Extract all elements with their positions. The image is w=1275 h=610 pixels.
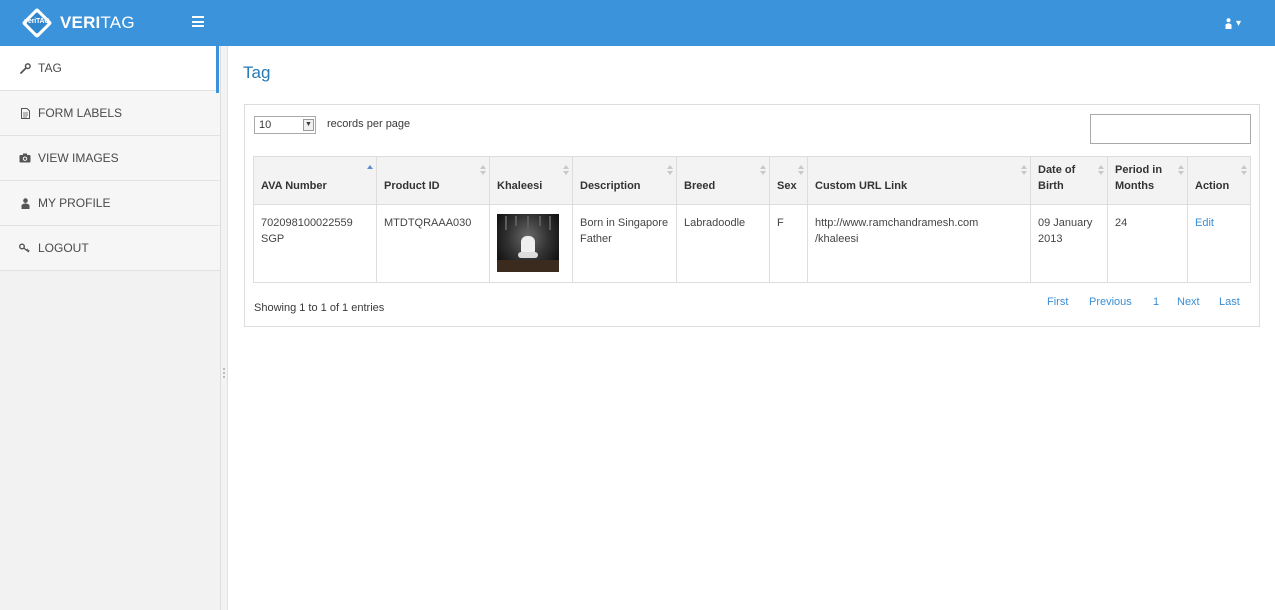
sidebar-splitter[interactable] bbox=[221, 46, 228, 610]
column-header-label: Khaleesi bbox=[497, 180, 543, 192]
sort-icon bbox=[1098, 165, 1104, 175]
edit-link[interactable]: Edit bbox=[1195, 217, 1214, 229]
cell-ava-number: 702098100022559 SGP bbox=[253, 204, 377, 283]
camera-icon bbox=[19, 152, 31, 164]
column-header-label: Breed bbox=[684, 180, 716, 192]
sort-icon bbox=[798, 165, 804, 175]
pager-last[interactable]: Last bbox=[1219, 296, 1240, 308]
column-header-label: Period in Months bbox=[1115, 164, 1163, 192]
column-header-khaleesi[interactable]: Khaleesi bbox=[489, 156, 573, 205]
records-per-page-label: records per page bbox=[327, 118, 411, 130]
column-header-label: AVA Number bbox=[261, 180, 327, 192]
cell-breed: Labradoodle bbox=[676, 204, 770, 283]
sort-icon bbox=[1178, 165, 1184, 175]
cell-date-of-birth: 09 January 2013 bbox=[1030, 204, 1108, 283]
column-header-label: Description bbox=[580, 180, 641, 192]
brand-name: VERITAG bbox=[60, 13, 135, 33]
logo-icon: veriTAG bbox=[19, 7, 55, 39]
sort-icon bbox=[760, 165, 766, 175]
column-header-label: Date of Birth bbox=[1038, 164, 1076, 192]
cell-action: Edit bbox=[1187, 204, 1251, 283]
column-header-breed[interactable]: Breed bbox=[676, 156, 770, 205]
column-header-date-of-birth[interactable]: Date of Birth bbox=[1030, 156, 1108, 205]
cell-url: http://www.ramchandramesh.com /khaleesi bbox=[807, 204, 1031, 283]
sidebar-item-tag[interactable]: TAG bbox=[0, 46, 220, 91]
cell-product-id: MTDTQRAAA030 bbox=[376, 204, 490, 283]
sidebar: TAG FORM LABELS VIEW IMAGES MY PROFILE L… bbox=[0, 46, 221, 610]
sort-icon bbox=[667, 165, 673, 175]
column-header-description[interactable]: Description bbox=[572, 156, 677, 205]
column-header-sex[interactable]: Sex bbox=[769, 156, 808, 205]
sidebar-item-label: LOGOUT bbox=[38, 241, 89, 255]
user-icon bbox=[19, 197, 31, 209]
sidebar-active-indicator bbox=[216, 46, 219, 93]
sort-icon bbox=[1021, 165, 1027, 175]
dog-thumbnail-image[interactable] bbox=[497, 214, 559, 272]
cell-description: Born in Singapore Father bbox=[572, 204, 677, 283]
chevron-down-icon: ▼ bbox=[303, 119, 314, 131]
logo-text: veriTAG bbox=[24, 18, 50, 25]
search-input[interactable] bbox=[1090, 114, 1251, 144]
cell-sex: F bbox=[769, 204, 808, 283]
page-title: Tag bbox=[243, 63, 271, 82]
cell-image bbox=[489, 204, 573, 283]
document-icon bbox=[19, 107, 31, 119]
brand[interactable]: veriTAG VERITAG bbox=[19, 5, 135, 41]
sort-icon bbox=[1241, 165, 1247, 175]
column-header-label: Product ID bbox=[384, 180, 440, 192]
sidebar-item-label: FORM LABELS bbox=[38, 106, 123, 120]
column-header-action[interactable]: Action bbox=[1187, 156, 1251, 205]
column-header-ava-number[interactable]: AVA Number bbox=[253, 156, 377, 205]
records-per-page-value: 10 bbox=[259, 119, 272, 131]
sort-icon bbox=[563, 165, 569, 175]
column-header-label: Custom URL Link bbox=[815, 180, 908, 192]
sidebar-item-label: TAG bbox=[38, 61, 62, 75]
pager-page-1[interactable]: 1 bbox=[1153, 296, 1159, 308]
column-header-custom-url[interactable]: Custom URL Link bbox=[807, 156, 1031, 205]
sidebar-item-form-labels[interactable]: FORM LABELS bbox=[0, 91, 220, 136]
menu-toggle-icon[interactable] bbox=[192, 16, 204, 27]
sidebar-item-logout[interactable]: LOGOUT bbox=[0, 226, 220, 271]
brand-name-bold: VERI bbox=[60, 13, 101, 32]
sidebar-item-view-images[interactable]: VIEW IMAGES bbox=[0, 136, 220, 181]
key-icon bbox=[19, 242, 31, 254]
wrench-icon bbox=[19, 62, 31, 74]
column-header-label: Action bbox=[1195, 180, 1230, 192]
records-per-page-select[interactable]: 10 ▼ bbox=[254, 116, 316, 134]
table-info: Showing 1 to 1 of 1 entries bbox=[254, 302, 385, 314]
sort-icon bbox=[480, 165, 486, 175]
table-header-row: AVA Number Product ID Khaleesi Descripti… bbox=[253, 156, 1251, 205]
cell-period: 24 bbox=[1107, 204, 1188, 283]
sidebar-item-label: MY PROFILE bbox=[38, 196, 111, 210]
column-header-label: Sex bbox=[777, 180, 797, 192]
sidebar-item-my-profile[interactable]: MY PROFILE bbox=[0, 181, 220, 226]
sort-asc-icon bbox=[367, 165, 373, 169]
pager-next[interactable]: Next bbox=[1177, 296, 1200, 308]
drag-handle-icon[interactable] bbox=[222, 366, 226, 380]
tag-table: AVA Number Product ID Khaleesi Descripti… bbox=[253, 156, 1251, 283]
user-icon bbox=[1225, 17, 1232, 29]
brand-name-regular: TAG bbox=[100, 13, 135, 32]
column-header-product-id[interactable]: Product ID bbox=[376, 156, 490, 205]
table-row: 702098100022559 SGP MTDTQRAAA030 Born in… bbox=[253, 204, 1251, 283]
sidebar-item-label: VIEW IMAGES bbox=[38, 151, 119, 165]
user-menu-button[interactable]: ▾ bbox=[1208, 8, 1258, 38]
column-header-period[interactable]: Period in Months bbox=[1107, 156, 1188, 205]
pager-previous[interactable]: Previous bbox=[1089, 296, 1132, 308]
chevron-down-icon: ▾ bbox=[1235, 17, 1242, 29]
pager-first[interactable]: First bbox=[1047, 296, 1068, 308]
